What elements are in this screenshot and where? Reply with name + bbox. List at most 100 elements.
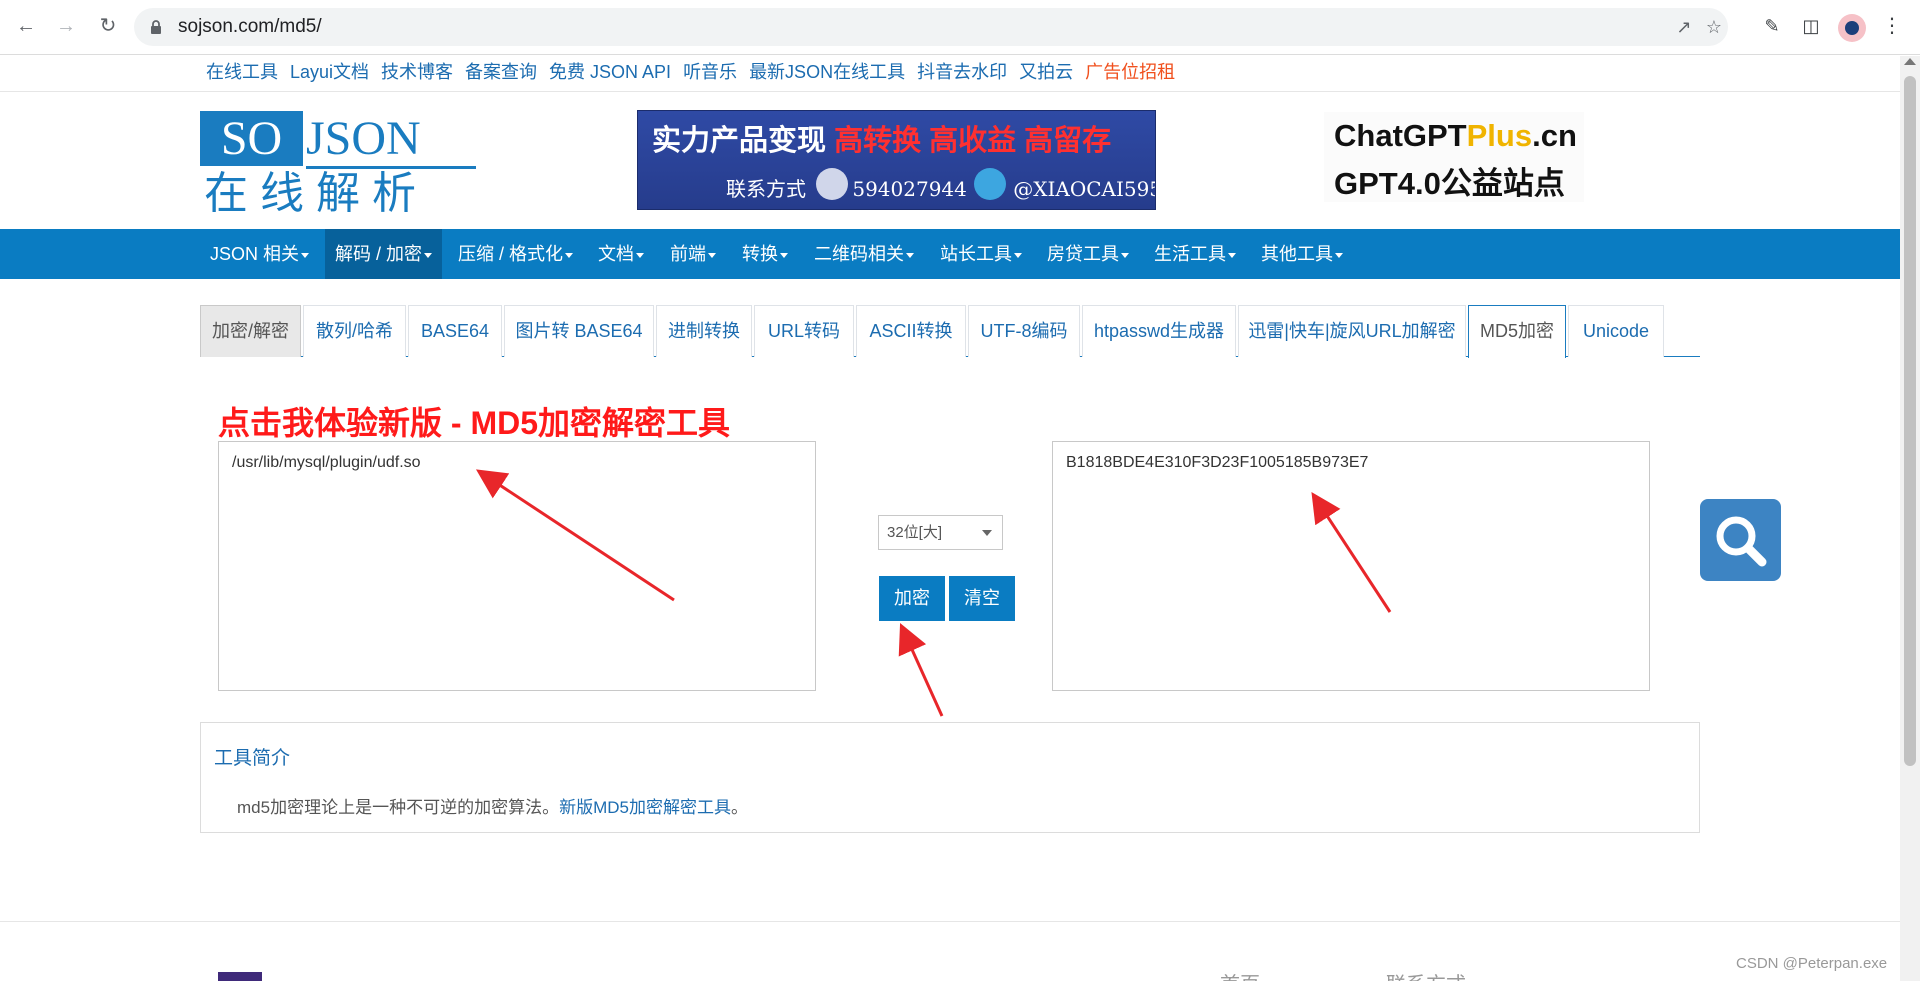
nav-webmaster[interactable]: 站长工具 — [930, 229, 1032, 279]
new-version-link[interactable]: 点击我体验新版 - MD5加密解密工具 — [218, 398, 730, 444]
caret-down-icon — [708, 252, 716, 258]
more-menu-icon[interactable]: ⋮ — [1880, 14, 1904, 38]
tab-radix[interactable]: 进制转换 — [656, 305, 752, 357]
divider — [0, 921, 1900, 922]
sidepanel-icon[interactable]: ◫ — [1799, 14, 1823, 38]
browser-toolbar: ← → ↻ sojson.com/md5/ ↗ ☆ ✎ ◫ ⋮ — [0, 0, 1920, 55]
md5-input-textarea[interactable]: /usr/lib/mysql/plugin/udf.so — [218, 441, 816, 691]
search-icon — [1716, 516, 1767, 567]
nav-mortgage[interactable]: 房贷工具 — [1037, 229, 1139, 279]
profile-avatar[interactable] — [1838, 14, 1866, 42]
tab-unicode[interactable]: Unicode — [1568, 305, 1664, 357]
banner-headline-b: 高转换 高收益 高留存 — [834, 125, 1112, 157]
md5-output-textarea[interactable]: B1818BDE4E310F3D23F1005185B973E7 — [1052, 441, 1650, 691]
star-icon[interactable]: ☆ — [1704, 17, 1724, 37]
caret-down-icon — [780, 252, 788, 258]
tab-utf8[interactable]: UTF-8编码 — [968, 305, 1080, 357]
promo-a: ChatGPT — [1334, 118, 1467, 153]
chevron-down-icon — [982, 530, 992, 536]
bit-length-value: 32位[大] — [887, 524, 943, 541]
nav-webmaster-label: 站长工具 — [940, 244, 1012, 264]
nav-compress-format[interactable]: 压缩 / 格式化 — [448, 229, 583, 279]
promo-c: .cn — [1532, 118, 1577, 153]
toplink-ad-slot[interactable]: 广告位招租 — [1085, 58, 1175, 86]
tab-base64[interactable]: BASE64 — [408, 305, 502, 357]
url-text[interactable]: sojson.com/md5/ — [178, 16, 322, 38]
tab-htpasswd[interactable]: htpasswd生成器 — [1082, 305, 1236, 357]
nav-docs[interactable]: 文档 — [588, 229, 654, 279]
footer-link-home[interactable]: 首页 — [1220, 968, 1260, 981]
site-logo[interactable]: SO JSON 在线解析 — [200, 111, 476, 219]
nav-convert[interactable]: 转换 — [732, 229, 798, 279]
share-icon[interactable]: ↗ — [1674, 17, 1694, 37]
nav-life-label: 生活工具 — [1154, 244, 1226, 264]
tab-image-base64[interactable]: 图片转 BASE64 — [504, 305, 654, 357]
nav-life[interactable]: 生活工具 — [1144, 229, 1246, 279]
toplink-layui-docs[interactable]: Layui文档 — [290, 58, 369, 86]
toplink-music[interactable]: 听音乐 — [683, 58, 737, 86]
caret-down-icon — [301, 252, 310, 258]
caret-down-icon — [1335, 252, 1343, 258]
tab-encrypt-decrypt[interactable]: 加密/解密 — [200, 305, 301, 357]
csdn-watermark: CSDN @Peterpan.exe — [1736, 955, 1888, 972]
intro-new-version-link[interactable]: 新版MD5加密解密工具 — [559, 798, 731, 817]
promo-line-2: GPT4.0公益站点 — [1334, 166, 1565, 201]
intro-desc-text: md5加密理论上是一种不可逆的加密算法。 — [237, 798, 560, 817]
toplink-online-tools[interactable]: 在线工具 — [206, 58, 278, 86]
nav-qrcode[interactable]: 二维码相关 — [804, 229, 924, 279]
logo-subtitle: 在线解析 — [204, 168, 428, 219]
floating-search-button[interactable] — [1700, 499, 1781, 581]
tab-url-encode[interactable]: URL转码 — [754, 305, 854, 357]
tool-tabs: 加密/解密 散列/哈希 BASE64 图片转 BASE64 进制转换 URL转码… — [200, 305, 1700, 358]
banner-headline: 实力产品变现 高转换 高收益 高留存 — [652, 117, 1111, 159]
top-links-bar: 在线工具 Layui文档 技术博客 备案查询 免费 JSON API 听音乐 最… — [206, 58, 1187, 86]
scroll-thumb[interactable] — [1904, 76, 1916, 766]
toplink-record-query[interactable]: 备案查询 — [465, 58, 537, 86]
tab-ascii[interactable]: ASCII转换 — [856, 305, 966, 357]
nav-compress-format-label: 压缩 / 格式化 — [458, 244, 564, 264]
promo-plus: Plus — [1466, 118, 1533, 153]
bit-length-select[interactable]: 32位[大] — [878, 515, 1003, 550]
scroll-up-icon[interactable] — [1904, 58, 1916, 65]
caret-down-icon — [1228, 252, 1236, 258]
reload-icon[interactable]: ↻ — [94, 12, 122, 40]
ad-banner[interactable]: 实力产品变现 高转换 高收益 高留存 联系方式 594027944 @XIAOC… — [637, 110, 1156, 210]
nav-qrcode-label: 二维码相关 — [814, 244, 904, 264]
nav-other[interactable]: 其他工具 — [1251, 229, 1353, 279]
tool-intro-panel: 工具简介 md5加密理论上是一种不可逆的加密算法。新版MD5加密解密工具。 — [200, 722, 1700, 833]
intro-desc: md5加密理论上是一种不可逆的加密算法。新版MD5加密解密工具。 — [237, 793, 748, 818]
tab-thunder-url[interactable]: 迅雷|快车|旋风URL加解密 — [1238, 305, 1466, 357]
tab-hash[interactable]: 散列/哈希 — [303, 305, 406, 357]
caret-down-icon — [636, 252, 644, 258]
back-icon[interactable]: ← — [12, 12, 40, 40]
logo-so: SO — [200, 111, 303, 166]
extensions-icon[interactable]: ✎ — [1760, 14, 1784, 38]
toplink-tech-blog[interactable]: 技术博客 — [381, 58, 453, 86]
intro-desc-tail: 。 — [730, 798, 748, 817]
clear-button[interactable]: 清空 — [949, 576, 1015, 621]
nav-json[interactable]: JSON 相关 — [200, 229, 319, 279]
nav-docs-label: 文档 — [598, 244, 634, 264]
tab-md5[interactable]: MD5加密 — [1468, 305, 1566, 358]
toplink-free-json-api[interactable]: 免费 JSON API — [549, 58, 671, 86]
nav-other-label: 其他工具 — [1261, 244, 1333, 264]
banner-headline-a: 实力产品变现 — [652, 125, 835, 157]
encrypt-button[interactable]: 加密 — [879, 576, 945, 621]
toplink-new-json-tool[interactable]: 最新JSON在线工具 — [749, 58, 905, 86]
forward-icon[interactable]: → — [52, 12, 80, 40]
caret-down-icon — [424, 252, 433, 258]
nav-convert-label: 转换 — [742, 244, 778, 264]
nav-mortgage-label: 房贷工具 — [1047, 244, 1119, 264]
main-navbar: JSON 相关 解码 / 加密 压缩 / 格式化 文档 前端 转换 二维码相关 … — [0, 229, 1900, 279]
address-bar[interactable]: sojson.com/md5/ ↗ ☆ — [134, 8, 1728, 46]
lock-icon[interactable] — [150, 19, 162, 35]
nav-decode-encrypt[interactable]: 解码 / 加密 — [325, 229, 443, 279]
intro-title: 工具简介 — [214, 748, 291, 769]
nav-frontend[interactable]: 前端 — [660, 229, 726, 279]
chatgpt-promo[interactable]: ChatGPTPlus.cn GPT4.0公益站点 — [1324, 112, 1584, 202]
promo-line-1: ChatGPTPlus.cn — [1334, 118, 1577, 154]
caret-down-icon — [1121, 252, 1129, 258]
toplink-douyin-watermark[interactable]: 抖音去水印 — [917, 58, 1007, 86]
toplink-upyun[interactable]: 又拍云 — [1019, 58, 1073, 86]
footer-link-contact[interactable]: 联系方式 — [1386, 968, 1466, 981]
